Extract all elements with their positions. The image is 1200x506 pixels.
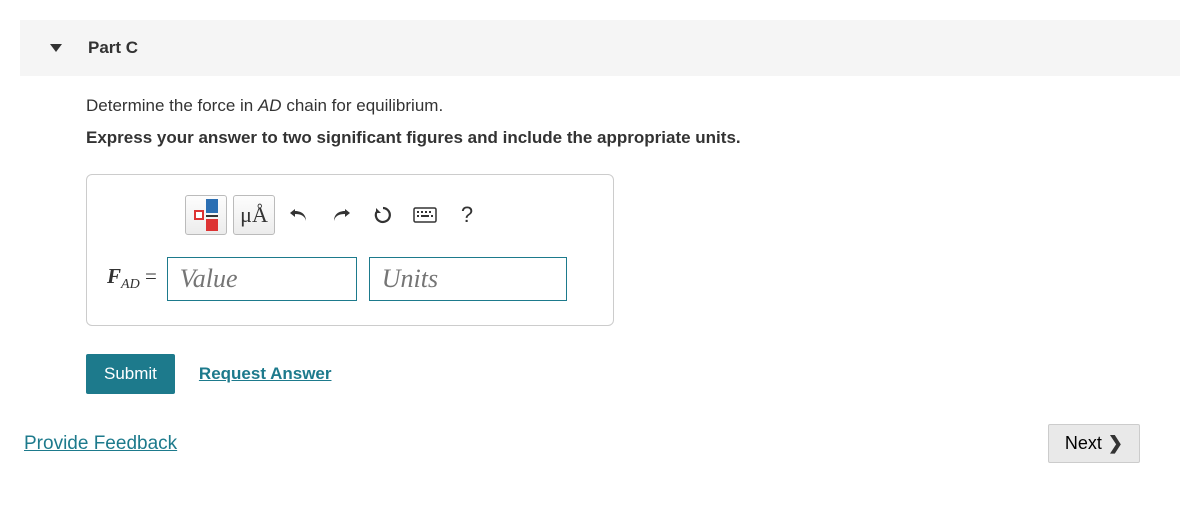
variable-subscript: AD bbox=[121, 278, 140, 293]
submit-button[interactable]: Submit bbox=[86, 354, 175, 394]
templates-button[interactable] bbox=[185, 195, 227, 235]
template-glyph-icon bbox=[206, 219, 218, 231]
question-text: Determine the force in AD chain for equi… bbox=[86, 96, 1180, 116]
keyboard-button[interactable] bbox=[407, 195, 443, 235]
question-suffix: chain for equilibrium. bbox=[282, 96, 444, 115]
chevron-right-icon: ❯ bbox=[1108, 433, 1123, 454]
reset-icon bbox=[373, 205, 393, 225]
template-glyph-icon bbox=[206, 199, 218, 213]
units-input[interactable] bbox=[369, 257, 567, 301]
question-prefix: Determine the force in bbox=[86, 96, 258, 115]
footer: Provide Feedback Next ❯ bbox=[0, 394, 1200, 473]
question-variable: AD bbox=[258, 96, 282, 115]
undo-icon bbox=[289, 206, 309, 224]
submit-row: Submit Request Answer bbox=[86, 354, 1180, 394]
keyboard-icon bbox=[413, 207, 437, 223]
help-label: ? bbox=[461, 202, 473, 228]
variable-label: FAD = bbox=[107, 264, 157, 293]
content-area: Determine the force in AD chain for equi… bbox=[0, 76, 1200, 394]
template-glyph-icon bbox=[194, 210, 204, 220]
answer-panel: μÅ ? FAD = bbox=[86, 174, 614, 326]
answer-input-row: FAD = bbox=[107, 257, 593, 301]
next-button[interactable]: Next ❯ bbox=[1048, 424, 1140, 463]
instruction-text: Express your answer to two significant f… bbox=[86, 128, 1180, 148]
value-input[interactable] bbox=[167, 257, 357, 301]
template-glyph-icon bbox=[206, 215, 218, 217]
provide-feedback-link[interactable]: Provide Feedback bbox=[24, 433, 177, 455]
collapse-toggle-icon[interactable] bbox=[50, 44, 62, 52]
undo-button[interactable] bbox=[281, 195, 317, 235]
redo-icon bbox=[331, 206, 351, 224]
special-chars-button[interactable]: μÅ bbox=[233, 195, 275, 235]
part-title: Part C bbox=[88, 38, 138, 58]
part-header: Part C bbox=[20, 20, 1180, 76]
variable-main: F bbox=[107, 264, 121, 288]
reset-button[interactable] bbox=[365, 195, 401, 235]
redo-button[interactable] bbox=[323, 195, 359, 235]
formatting-toolbar: μÅ ? bbox=[185, 195, 593, 235]
help-button[interactable]: ? bbox=[449, 195, 485, 235]
special-chars-label: μÅ bbox=[240, 202, 268, 228]
equals-sign: = bbox=[140, 264, 157, 288]
next-label: Next bbox=[1065, 433, 1102, 454]
request-answer-link[interactable]: Request Answer bbox=[199, 364, 332, 384]
